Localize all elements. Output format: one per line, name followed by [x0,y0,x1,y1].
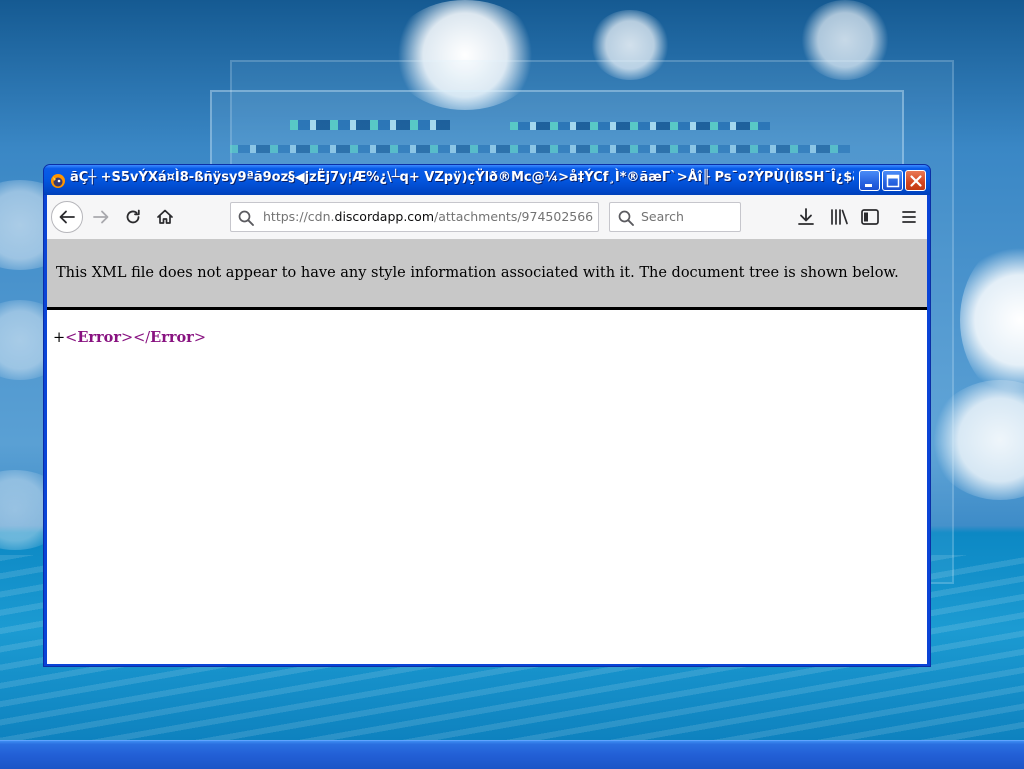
url-bar[interactable]: https://cdn.discordapp.com/attachments/9… [230,202,599,232]
magnifier-icon [618,210,634,226]
url-text: https://cdn.discordapp.com/attachments/9… [263,203,593,231]
open-bracket: < [65,330,78,346]
end-open-bracket: </ [133,330,151,346]
download-icon [798,208,814,225]
end-close-bracket: > [193,330,206,346]
hamburger-menu-icon [902,211,916,223]
home-button[interactable] [149,201,181,233]
browser-window: ãÇ┼ +S5vÝXá¤Ì8-ßñÿsy9ªã9oz§◀jzËj7y¦Æ%¿\┴… [43,164,931,667]
minimize-button[interactable] [859,170,880,191]
close-bracket: > [120,330,134,346]
close-button[interactable] [905,170,926,191]
search-bar[interactable]: Search [609,202,741,232]
xml-tag-name: Error [77,329,121,346]
library-icon [831,209,848,225]
xml-info-message: This XML file does not appear to have an… [56,265,899,281]
close-icon [910,175,922,187]
url-path: /attachments/974502566798980 [434,209,593,224]
library-button[interactable] [827,205,851,229]
url-prefix: https://cdn. [263,209,335,224]
forward-button[interactable] [85,201,117,233]
forward-arrow-icon [93,210,109,224]
xml-document-tree: +<Error></Error> [53,329,206,346]
downloads-button[interactable] [794,205,818,229]
tree-expander[interactable]: + [53,330,65,346]
back-button[interactable] [51,201,83,233]
search-placeholder: Search [641,209,684,224]
window-title: ãÇ┼ +S5vÝXá¤Ì8-ßñÿsy9ªã9oz§◀jzËj7y¦Æ%¿\┴… [70,170,854,185]
navigation-toolbar: https://cdn.discordapp.com/attachments/9… [47,195,927,240]
magnifier-icon [238,210,254,226]
url-domain: discordapp.com [334,209,435,224]
active-tab-indicator [87,195,309,197]
title-bar[interactable]: ãÇ┼ +S5vÝXá¤Ì8-ßñÿsy9ªã9oz§◀jzËj7y¦Æ%¿\┴… [44,165,930,195]
back-arrow-icon [59,210,75,224]
maximize-icon [886,174,900,188]
browser-client-area: https://cdn.discordapp.com/attachments/9… [47,195,927,664]
home-icon [157,209,173,224]
reload-button[interactable] [117,201,149,233]
firefox-icon [50,173,66,189]
minimize-icon [865,184,872,187]
xml-info-banner: This XML file does not appear to have an… [47,239,927,310]
menu-button[interactable] [897,205,921,229]
maximize-button[interactable] [882,170,903,191]
sidebar-icon [861,209,879,225]
reload-icon [126,209,140,224]
xml-end-tag-name: Error [150,329,194,346]
sidebar-button[interactable] [858,205,882,229]
taskbar [0,740,1024,769]
